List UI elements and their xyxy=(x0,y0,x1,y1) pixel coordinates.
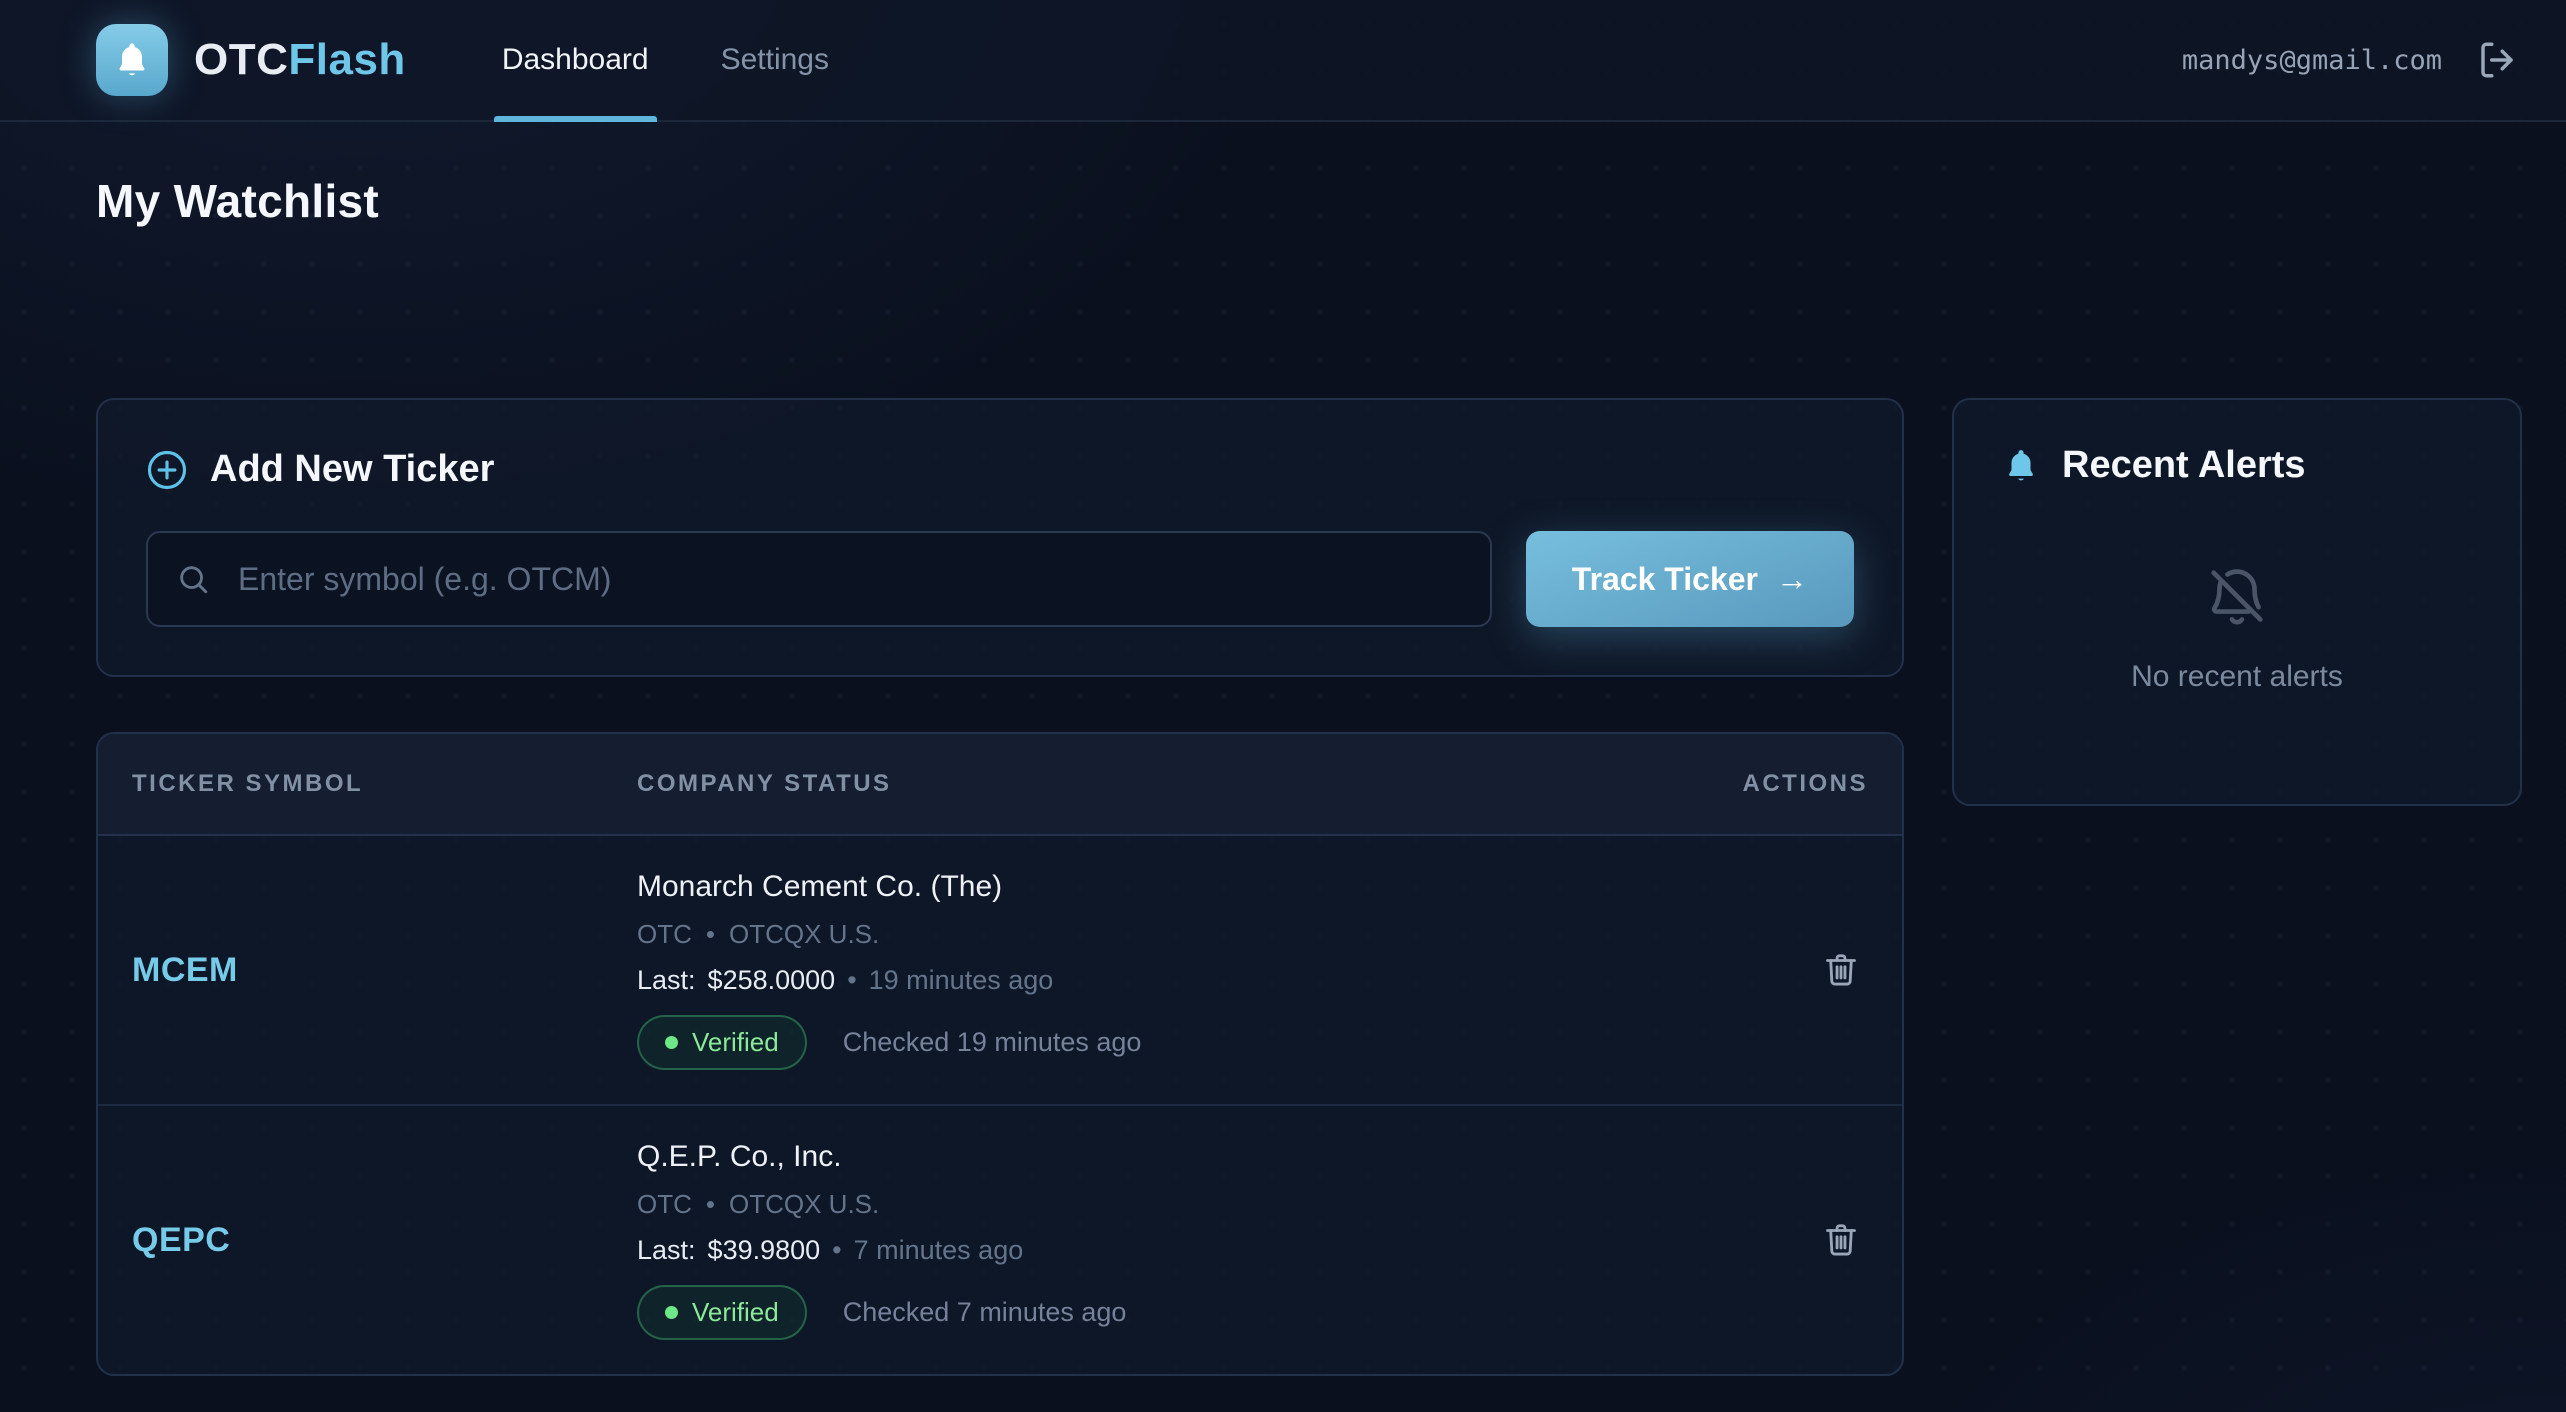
main-column: Add New Ticker Track Ticker → xyxy=(96,398,1904,1376)
trash-icon xyxy=(1822,951,1860,989)
page-title: My Watchlist xyxy=(96,174,2470,228)
last-price-line: Last: $258.0000 • 19 minutes ago xyxy=(637,965,1728,996)
bell-off-icon xyxy=(2202,564,2272,634)
status-dot xyxy=(665,1036,678,1049)
recent-alerts-panel: Recent Alerts No recent alerts xyxy=(1952,398,2522,806)
logout-button[interactable] xyxy=(2472,35,2522,85)
last-price-line: Last: $39.9800 • 7 minutes ago xyxy=(637,1235,1728,1266)
alerts-empty-text: No recent alerts xyxy=(2131,660,2343,694)
track-ticker-button[interactable]: Track Ticker → xyxy=(1526,531,1854,627)
table-header-row: TICKER SYMBOL COMPANY STATUS ACTIONS xyxy=(98,734,1902,836)
column-header-actions: ACTIONS xyxy=(1743,770,1869,798)
tab-dashboard[interactable]: Dashboard xyxy=(502,0,649,120)
delete-ticker-button[interactable] xyxy=(1814,1213,1868,1267)
checked-ago-text: Checked 7 minutes ago xyxy=(843,1297,1127,1328)
user-email: mandys@gmail.com xyxy=(2182,45,2442,76)
bullet-separator: • xyxy=(706,919,715,950)
bullet-separator: • xyxy=(832,1235,841,1266)
status-dot xyxy=(665,1306,678,1319)
bullet-separator: • xyxy=(706,1189,715,1220)
brand-name: OTCFlash xyxy=(194,35,406,85)
main-nav: Dashboard Settings xyxy=(502,0,829,120)
trash-icon xyxy=(1822,1221,1860,1259)
company-meta: OTC • OTCQX U.S. xyxy=(637,919,1728,950)
verified-badge: Verified xyxy=(637,1015,807,1070)
logout-icon xyxy=(2476,39,2518,81)
ticker-symbol: MCEM xyxy=(132,951,637,990)
tab-settings[interactable]: Settings xyxy=(721,0,829,120)
plus-circle-icon xyxy=(146,449,188,491)
delete-ticker-button[interactable] xyxy=(1814,943,1868,997)
company-meta: OTC • OTCQX U.S. xyxy=(637,1189,1728,1220)
top-nav-bar: OTCFlash Dashboard Settings mandys@gmail… xyxy=(0,0,2566,122)
column-header-ticker-symbol: TICKER SYMBOL xyxy=(132,770,637,798)
arrow-right-icon: → xyxy=(1776,561,1808,598)
company-name: Monarch Cement Co. (The) xyxy=(637,870,1728,904)
recent-alerts-heading: Recent Alerts xyxy=(2002,444,2472,487)
bell-icon xyxy=(2002,447,2040,485)
add-ticker-heading: Add New Ticker xyxy=(146,448,1854,491)
symbol-input-wrap xyxy=(146,531,1492,627)
app-logo xyxy=(96,24,168,96)
ticker-symbol: QEPC xyxy=(132,1221,637,1260)
add-ticker-card: Add New Ticker Track Ticker → xyxy=(96,398,1904,677)
company-name: Q.E.P. Co., Inc. xyxy=(637,1140,1728,1174)
symbol-input[interactable] xyxy=(146,531,1492,627)
bell-icon xyxy=(112,40,152,80)
alerts-empty-state: No recent alerts xyxy=(2002,487,2472,760)
verified-badge: Verified xyxy=(637,1285,807,1340)
bullet-separator: • xyxy=(847,965,856,996)
checked-ago-text: Checked 19 minutes ago xyxy=(843,1027,1142,1058)
watchlist-table: TICKER SYMBOL COMPANY STATUS ACTIONS MCE… xyxy=(96,732,1904,1376)
column-header-company-status: COMPANY STATUS xyxy=(637,770,1728,798)
table-row: QEPC Q.E.P. Co., Inc. OTC • OTCQX U.S. L… xyxy=(98,1104,1902,1374)
table-row: MCEM Monarch Cement Co. (The) OTC • OTCQ… xyxy=(98,836,1902,1104)
